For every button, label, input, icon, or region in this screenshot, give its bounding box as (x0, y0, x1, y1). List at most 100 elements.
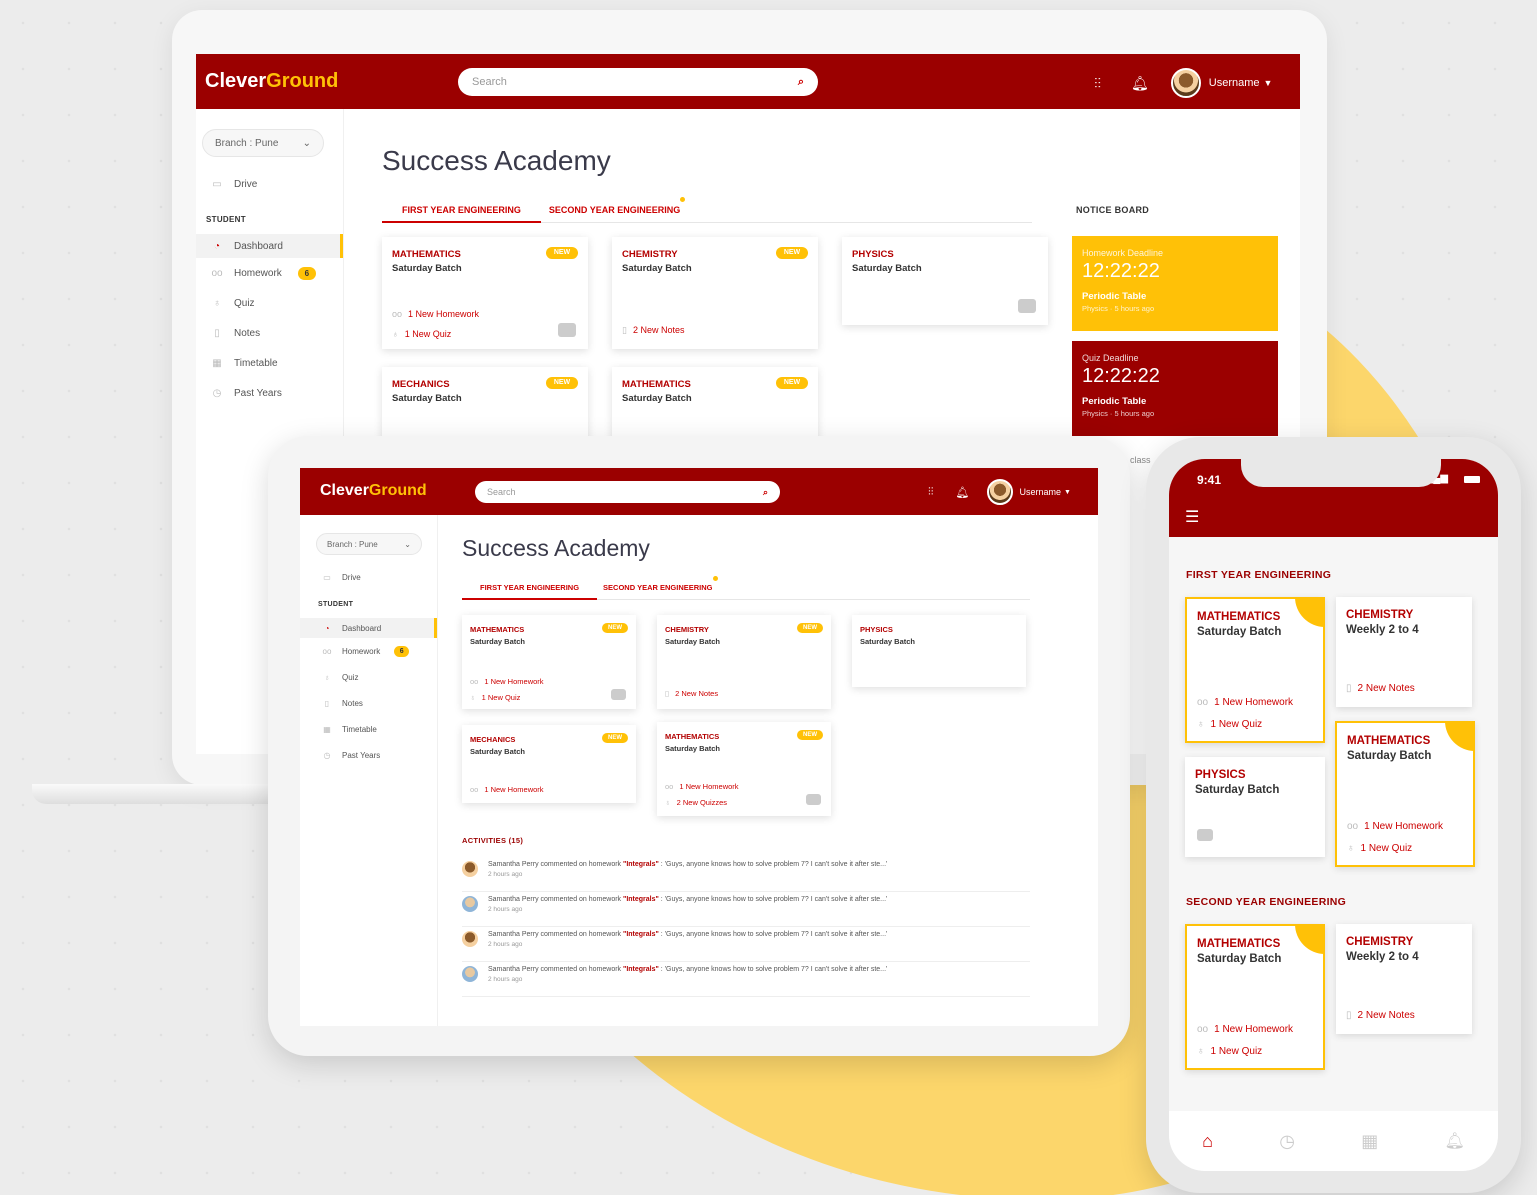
search-icon[interactable]: ⌕ (798, 76, 804, 89)
filter-icon[interactable]: ⫶⫶ (928, 486, 934, 499)
notes-icon: ▯ (665, 689, 670, 698)
branch-select[interactable]: Branch : Pune ⌄ (316, 533, 422, 555)
subject-card[interactable]: PHYSICS Saturday Batch (842, 237, 1048, 325)
calendar-icon[interactable]: ▦ (1361, 1131, 1378, 1152)
chevron-down-icon[interactable]: ▼ (1264, 78, 1273, 88)
topbar-icons: ⫶⫶ 🔔︎ Username ▼ (1094, 68, 1272, 98)
list-item[interactable]: Samantha Perry commented on homework "In… (462, 962, 1030, 997)
sidebar-item-notes[interactable]: ▯ Notes (196, 318, 343, 348)
glasses-icon: oo (1197, 697, 1209, 708)
branch-select[interactable]: Branch : Pune ⌄ (202, 129, 324, 157)
avatar[interactable] (987, 479, 1014, 505)
avatar (462, 861, 478, 877)
bell-icon[interactable]: 🔔︎ (1131, 75, 1149, 92)
sidebar-item-drive[interactable]: ▭ Drive (196, 169, 343, 199)
chevron-down-icon: ⌄ (302, 137, 311, 149)
comment-icon[interactable] (611, 689, 626, 700)
tab-second-year[interactable]: SECOND YEAR ENGINEERING (541, 197, 693, 222)
list-item[interactable]: Samantha Perry commented on homework "In… (462, 892, 1030, 927)
sidebar-item-quiz[interactable]: ♁ Quiz (300, 664, 437, 690)
bulb-icon: ♁ (324, 672, 330, 682)
tab-first-year[interactable]: FIRST YEAR ENGINEERING (462, 576, 598, 600)
sidebar-item-notes[interactable]: ▯ Notes (300, 690, 437, 716)
notification-icon[interactable]: 🔔︎ (1445, 1131, 1465, 1151)
subject-card[interactable]: MATHEMATICS Saturday Batch NEW oo 1 New H… (657, 722, 831, 816)
list-item[interactable]: Samantha Perry commented on homework "In… (462, 927, 1030, 962)
sidebar-item-past-years[interactable]: ◷ Past Years (300, 742, 437, 768)
bell-icon[interactable]: 🔔︎ (956, 486, 970, 499)
notice-card-homework[interactable]: Homework Deadline 12:22:22 Periodic Tabl… (1072, 236, 1278, 331)
subject-card[interactable]: MATHEMATICS Saturday Batch oo 1 New Homew… (1185, 924, 1325, 1070)
new-badge: NEW (602, 733, 628, 743)
tab-first-year[interactable]: FIRST YEAR ENGINEERING (382, 197, 541, 223)
alarm-icon[interactable]: ◷ (1279, 1131, 1295, 1152)
bulb-icon: ♁ (470, 693, 476, 702)
notes-icon: ▯ (214, 327, 220, 339)
subject-card[interactable]: CHEMISTRY Weekly 2 to 4 ▯ 2 New Notes (1336, 597, 1472, 707)
new-badge: NEW (797, 730, 823, 740)
subject-card[interactable]: CHEMISTRY Saturday Batch NEW ▯ 2 New Note… (612, 237, 818, 349)
notes-icon: ▯ (1346, 683, 1352, 694)
top-bar: CleverGround Search ⌕ ⫶⫶ 🔔︎ Username ▼ (300, 468, 1098, 515)
subject-card[interactable]: MATHEMATICS Saturday Batch oo 1 New Homew… (1185, 597, 1325, 743)
notes-icon: ▯ (622, 325, 627, 335)
bulb-icon: ♁ (392, 329, 399, 339)
status-time: 9:41 (1197, 473, 1222, 487)
subject-card[interactable]: MATHEMATICS Saturday Batch NEW oo 1 New H… (462, 615, 636, 709)
behind-text: class (1130, 455, 1151, 465)
search-input[interactable]: Search ⌕ (475, 481, 780, 503)
new-badge: NEW (546, 247, 578, 259)
avatar[interactable] (1170, 68, 1201, 98)
subject-card[interactable]: PHYSICS Saturday Batch (852, 615, 1026, 687)
subject-card[interactable]: MECHANICS Saturday Batch NEW oo 1 New Hom… (462, 725, 636, 803)
list-item[interactable]: Samantha Perry commented on homework "In… (462, 857, 1030, 892)
menu-icon[interactable]: ☰ (1185, 507, 1199, 527)
battery-icon (1464, 476, 1480, 483)
search-icon[interactable]: ⌕ (763, 487, 768, 498)
homework-badge: 6 (297, 266, 316, 280)
subject-card[interactable]: MATHEMATICS Saturday Batch NEW oo 1 New H… (382, 237, 588, 349)
filter-icon[interactable]: ⫶⫶ (1094, 75, 1101, 92)
sidebar-item-homework[interactable]: oo Homework 6 (300, 638, 437, 664)
subject-card[interactable]: MECHANICS Saturday Batch NEW (382, 367, 588, 447)
activities-title: ACTIVITIES (15) (462, 836, 524, 845)
username[interactable]: Username (1019, 487, 1061, 497)
sidebar-item-dashboard[interactable]: ◔ Dashboard (300, 618, 437, 638)
comment-icon[interactable] (1197, 829, 1213, 841)
sidebar-item-quiz[interactable]: ♁ Quiz (196, 288, 343, 318)
search-input[interactable]: Search ⌕ (458, 68, 818, 96)
chevron-down-icon: ⌄ (404, 539, 411, 549)
subject-card[interactable]: CHEMISTRY Weekly 2 to 4 ▯ 2 New Notes (1336, 924, 1472, 1034)
sidebar-item-homework[interactable]: oo Homework 6 (196, 258, 343, 288)
comment-icon[interactable] (1018, 299, 1036, 313)
comment-icon[interactable] (806, 794, 821, 805)
sidebar-item-timetable[interactable]: ▦ Timetable (300, 716, 437, 742)
tab-second-year[interactable]: SECOND YEAR ENGINEERING (597, 576, 723, 599)
sidebar-item-drive[interactable]: ▭ Drive (300, 565, 437, 589)
calendar-icon: ▦ (323, 724, 331, 734)
sidebar-item-dashboard[interactable]: ◔ Dashboard (196, 234, 343, 258)
subject-card[interactable]: CHEMISTRY Saturday Batch NEW ▯ 2 New Note… (657, 615, 831, 709)
avatar (462, 966, 478, 982)
chevron-down-icon[interactable]: ▼ (1064, 489, 1071, 496)
comment-icon[interactable] (558, 323, 576, 337)
notes-icon: ▯ (1346, 1010, 1352, 1021)
calendar-icon: ▦ (212, 357, 222, 369)
subject-card[interactable]: MATHEMATICS Saturday Batch oo 1 New Homew… (1335, 721, 1475, 867)
new-badge: NEW (776, 377, 808, 389)
username[interactable]: Username (1209, 77, 1260, 89)
notice-card-quiz[interactable]: Quiz Deadline 12:22:22 Periodic Table Ph… (1072, 341, 1278, 436)
subject-card[interactable]: PHYSICS Saturday Batch (1185, 757, 1325, 857)
phone-screen: 9:41 ▂▄▆ ☰ FIRST YEAR ENGINEERING MATHEM… (1169, 459, 1498, 1171)
folder-icon: ▭ (323, 572, 331, 582)
dashboard-icon: ◔ (213, 240, 221, 252)
notes-icon: ▯ (324, 698, 330, 708)
brand-logo[interactable]: CleverGround (320, 482, 427, 500)
home-icon[interactable]: ⌂ (1202, 1131, 1213, 1152)
phone-device: 9:41 ▂▄▆ ☰ FIRST YEAR ENGINEERING MATHEM… (1146, 437, 1521, 1193)
brand-logo[interactable]: CleverGround (205, 70, 338, 93)
sidebar-item-timetable[interactable]: ▦ Timetable (196, 348, 343, 378)
sidebar-item-past-years[interactable]: ◷ Past Years (196, 378, 343, 408)
subject-card[interactable]: MATHEMATICS Saturday Batch NEW (612, 367, 818, 447)
section-first-year: FIRST YEAR ENGINEERING (1186, 569, 1332, 581)
